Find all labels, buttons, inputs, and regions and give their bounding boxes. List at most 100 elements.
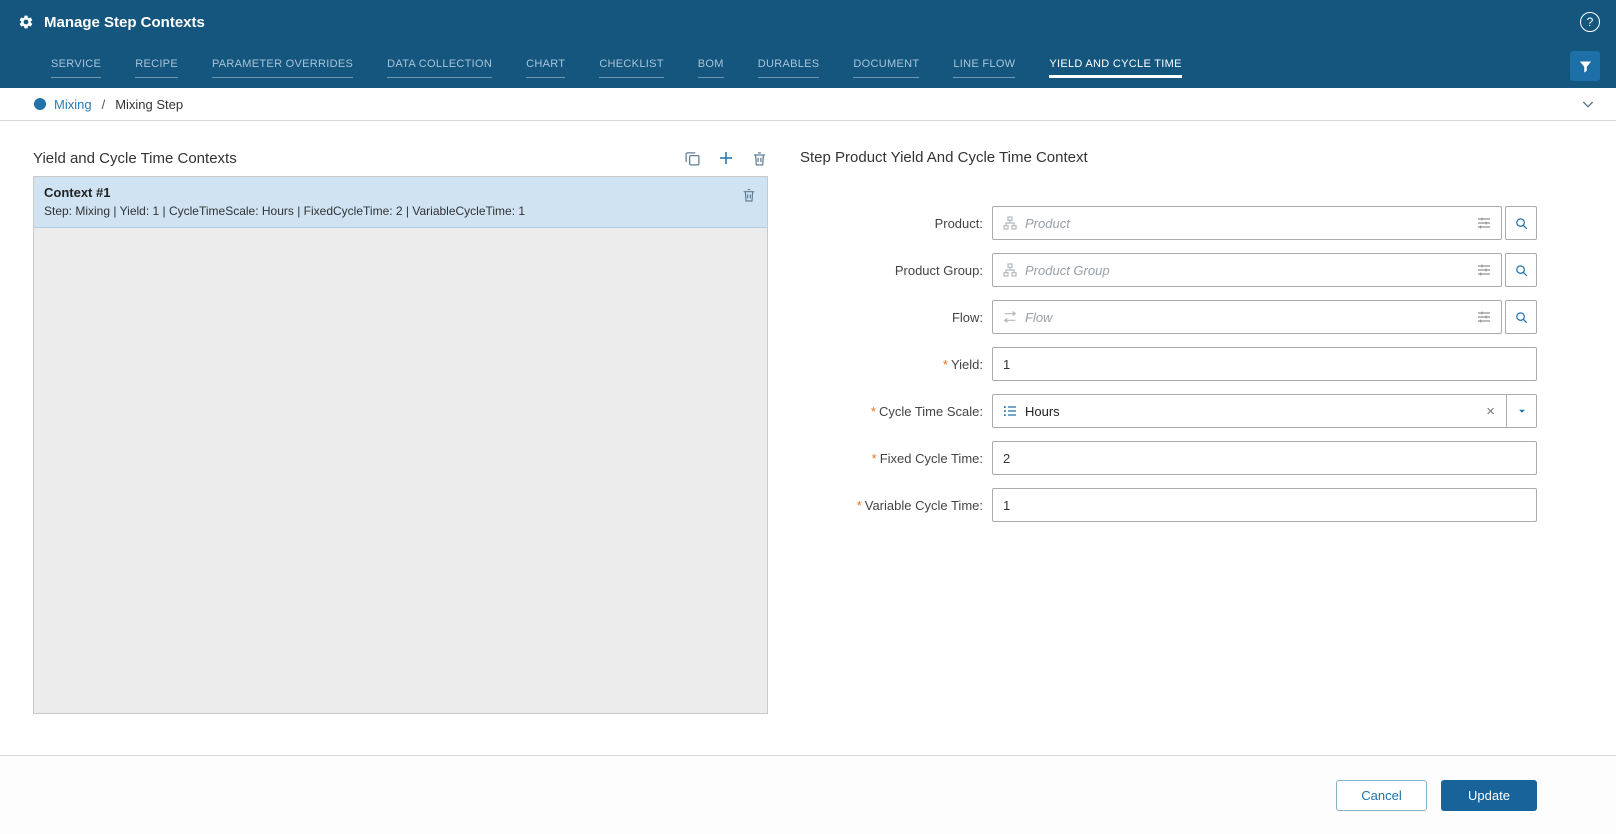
- cancel-button[interactable]: Cancel: [1336, 780, 1427, 811]
- product-group-lookup: [992, 253, 1502, 287]
- breadcrumb: Mixing / Mixing Step: [0, 88, 1616, 121]
- breadcrumb-root-link[interactable]: Mixing: [54, 97, 92, 112]
- cycle-time-scale-combo[interactable]: Hours ×: [992, 394, 1537, 428]
- manage-step-contexts-icon: [18, 14, 34, 30]
- tab-data-collection[interactable]: DATA COLLECTION: [370, 54, 509, 78]
- cycle-time-scale-row: *Cycle Time Scale: Hours ×: [800, 394, 1537, 428]
- yield-label-text: Yield:: [951, 357, 983, 372]
- context-detail-panel: Step Product Yield And Cycle Time Contex…: [800, 149, 1537, 755]
- caret-down-icon: [1516, 405, 1528, 417]
- contexts-list-title: Yield and Cycle Time Contexts: [33, 150, 237, 167]
- clear-icon[interactable]: ×: [1475, 404, 1506, 419]
- product-group-search-button[interactable]: [1505, 253, 1537, 287]
- search-icon: [1514, 263, 1529, 278]
- step-status-dot-icon: [34, 98, 46, 110]
- tab-document-label: DOCUMENT: [853, 58, 919, 78]
- list-icon: [1002, 403, 1018, 419]
- tab-data-collection-label: DATA COLLECTION: [387, 58, 492, 78]
- product-search-button[interactable]: [1505, 206, 1537, 240]
- product-group-input[interactable]: [1025, 263, 1476, 278]
- page-title: Manage Step Contexts: [44, 14, 1580, 31]
- add-context-button[interactable]: [717, 149, 735, 167]
- title-row: Manage Step Contexts ?: [0, 0, 1616, 44]
- chevron-down-icon[interactable]: [1580, 96, 1596, 112]
- delete-context-button[interactable]: [751, 150, 768, 167]
- contexts-list-header: Yield and Cycle Time Contexts: [33, 149, 768, 167]
- list-item-text: Context #1 Step: Mixing | Yield: 1 | Cyc…: [44, 185, 525, 218]
- context-form: Product:: [800, 206, 1537, 535]
- required-marker: *: [857, 498, 862, 513]
- required-marker: *: [871, 404, 876, 419]
- product-group-label: Product Group:: [800, 263, 992, 278]
- criteria-tune-icon[interactable]: [1476, 309, 1492, 325]
- copy-context-button[interactable]: [684, 150, 701, 167]
- manage-step-contexts-window: Manage Step Contexts ? SERVICE RECIPE PA…: [0, 0, 1616, 834]
- fixed-cycle-time-input[interactable]: [992, 441, 1537, 475]
- flow-field-area: [992, 300, 1537, 334]
- tab-document[interactable]: DOCUMENT: [836, 54, 936, 78]
- trash-icon: [741, 187, 757, 203]
- dropdown-caret-button[interactable]: [1506, 395, 1536, 427]
- criteria-tune-icon[interactable]: [1476, 215, 1492, 231]
- sitemap-icon: [1002, 262, 1018, 278]
- plus-icon: [717, 149, 735, 167]
- variable-cycle-time-input[interactable]: [992, 488, 1537, 522]
- fixed-cycle-time-field-area: [992, 441, 1537, 475]
- breadcrumb-separator: /: [102, 97, 106, 112]
- breadcrumb-current: Mixing Step: [115, 97, 183, 112]
- cycle-time-scale-field-area: Hours ×: [992, 394, 1537, 428]
- yield-row: *Yield:: [800, 347, 1537, 381]
- help-icon[interactable]: ?: [1580, 12, 1600, 32]
- tab-durables[interactable]: DURABLES: [741, 54, 837, 78]
- tab-parameter-overrides-label: PARAMETER OVERRIDES: [212, 58, 353, 78]
- top-bar: Manage Step Contexts ? SERVICE RECIPE PA…: [0, 0, 1616, 88]
- flow-input[interactable]: [1025, 310, 1476, 325]
- tab-durables-label: DURABLES: [758, 58, 820, 78]
- product-lookup: [992, 206, 1502, 240]
- tab-service[interactable]: SERVICE: [34, 54, 118, 78]
- yield-field-area: [992, 347, 1537, 381]
- cycle-time-scale-label: *Cycle Time Scale:: [800, 404, 992, 419]
- yield-label: *Yield:: [800, 357, 992, 372]
- product-label: Product:: [800, 216, 992, 231]
- cycle-time-scale-label-text: Cycle Time Scale:: [879, 404, 983, 419]
- tab-checklist-label: CHECKLIST: [599, 58, 663, 78]
- list-item[interactable]: Context #1 Step: Mixing | Yield: 1 | Cyc…: [34, 177, 767, 228]
- list-item-title: Context #1: [44, 185, 525, 200]
- tab-yield-and-cycle-time[interactable]: YIELD AND CYCLE TIME: [1032, 54, 1198, 78]
- sitemap-icon: [1002, 215, 1018, 231]
- product-input[interactable]: [1025, 216, 1476, 231]
- tab-bom[interactable]: BOM: [681, 54, 741, 78]
- flow-lookup: [992, 300, 1502, 334]
- tab-line-flow[interactable]: LINE FLOW: [936, 54, 1032, 78]
- tabs-row: SERVICE RECIPE PARAMETER OVERRIDES DATA …: [0, 44, 1616, 88]
- fixed-cycle-time-label: *Fixed Cycle Time:: [800, 451, 992, 466]
- variable-cycle-time-field-area: [992, 488, 1537, 522]
- contexts-list-panel: Yield and Cycle Time Contexts: [33, 149, 768, 755]
- flow-search-button[interactable]: [1505, 300, 1537, 334]
- context-detail-title: Step Product Yield And Cycle Time Contex…: [800, 149, 1537, 166]
- update-button[interactable]: Update: [1441, 780, 1537, 811]
- flow-label: Flow:: [800, 310, 992, 325]
- tab-bar: SERVICE RECIPE PARAMETER OVERRIDES DATA …: [34, 54, 1570, 78]
- flow-icon: [1002, 309, 1018, 325]
- product-row: Product:: [800, 206, 1537, 240]
- tab-service-label: SERVICE: [51, 58, 101, 78]
- tab-chart[interactable]: CHART: [509, 54, 582, 78]
- main-content: Yield and Cycle Time Contexts: [0, 121, 1616, 755]
- tab-chart-label: CHART: [526, 58, 565, 78]
- yield-input[interactable]: [992, 347, 1537, 381]
- tab-yield-and-cycle-time-label: YIELD AND CYCLE TIME: [1049, 58, 1181, 78]
- tab-recipe[interactable]: RECIPE: [118, 54, 195, 78]
- tab-checklist[interactable]: CHECKLIST: [582, 54, 680, 78]
- product-group-field-area: [992, 253, 1537, 287]
- filter-button[interactable]: [1570, 51, 1600, 81]
- contexts-list[interactable]: Context #1 Step: Mixing | Yield: 1 | Cyc…: [33, 176, 768, 714]
- cycle-time-scale-value: Hours: [1025, 404, 1475, 419]
- delete-item-button[interactable]: [741, 187, 757, 203]
- list-item-subtitle: Step: Mixing | Yield: 1 | CycleTimeScale…: [44, 204, 525, 218]
- tab-bom-label: BOM: [698, 58, 724, 78]
- criteria-tune-icon[interactable]: [1476, 262, 1492, 278]
- copy-icon: [684, 150, 701, 167]
- tab-parameter-overrides[interactable]: PARAMETER OVERRIDES: [195, 54, 370, 78]
